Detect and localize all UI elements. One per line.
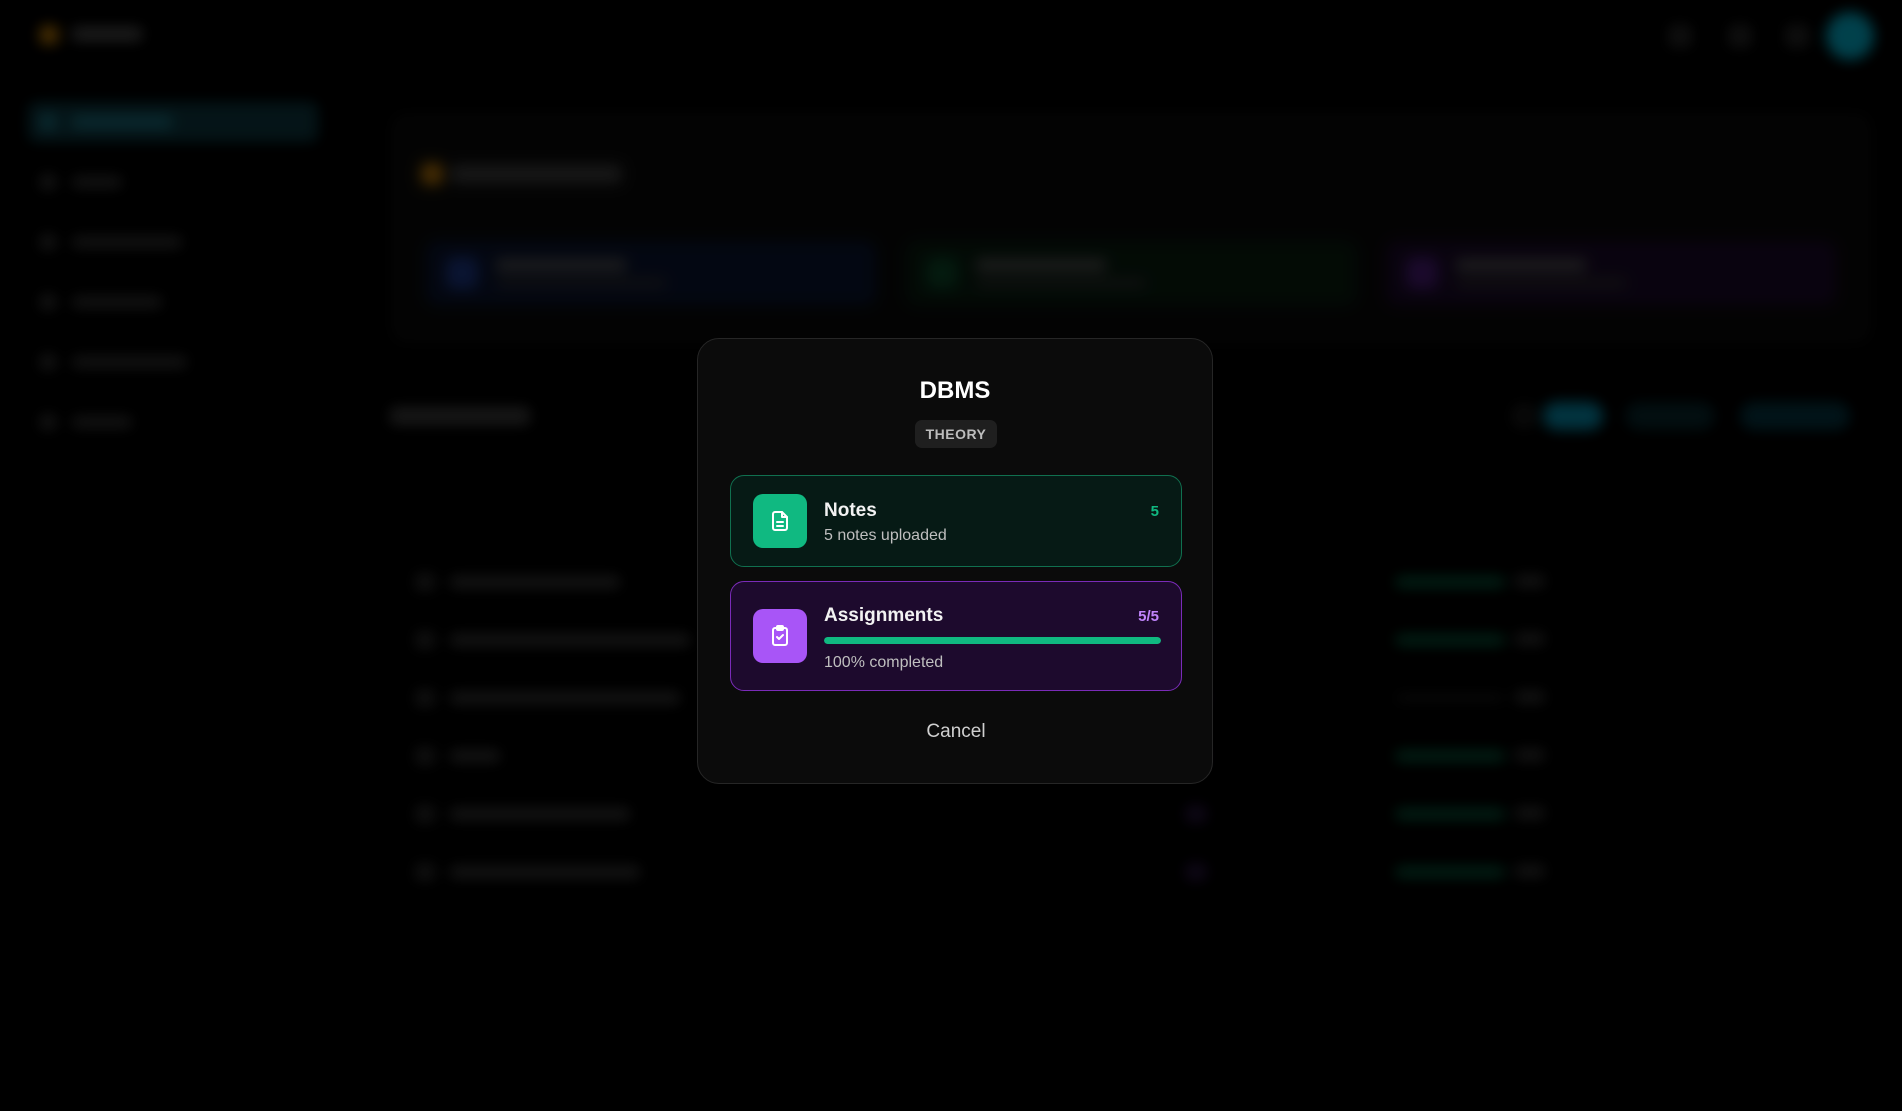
- assignments-label: Assignments: [824, 605, 944, 626]
- subject-modal: DBMS THEORY Notes 5 notes uploaded 5 Ass…: [697, 338, 1213, 784]
- subject-type-badge: THEORY: [915, 420, 997, 448]
- assignments-progress-fill: [824, 637, 1161, 644]
- clipboard-check-icon: [753, 609, 807, 663]
- notes-label: Notes: [824, 500, 877, 521]
- notes-subtitle: 5 notes uploaded: [824, 527, 947, 544]
- document-icon: [753, 494, 807, 548]
- modal-title: DBMS: [919, 377, 991, 404]
- cancel-button[interactable]: Cancel: [876, 715, 1036, 749]
- assignments-subtitle: 100% completed: [824, 654, 944, 671]
- assignments-progress-bar: [824, 637, 1161, 644]
- assignments-count: 5/5: [1138, 608, 1159, 625]
- assignments-card[interactable]: Assignments 5/5 100% completed: [730, 581, 1182, 691]
- notes-count: 5: [1150, 503, 1159, 520]
- notes-card[interactable]: Notes 5 notes uploaded 5: [730, 475, 1182, 567]
